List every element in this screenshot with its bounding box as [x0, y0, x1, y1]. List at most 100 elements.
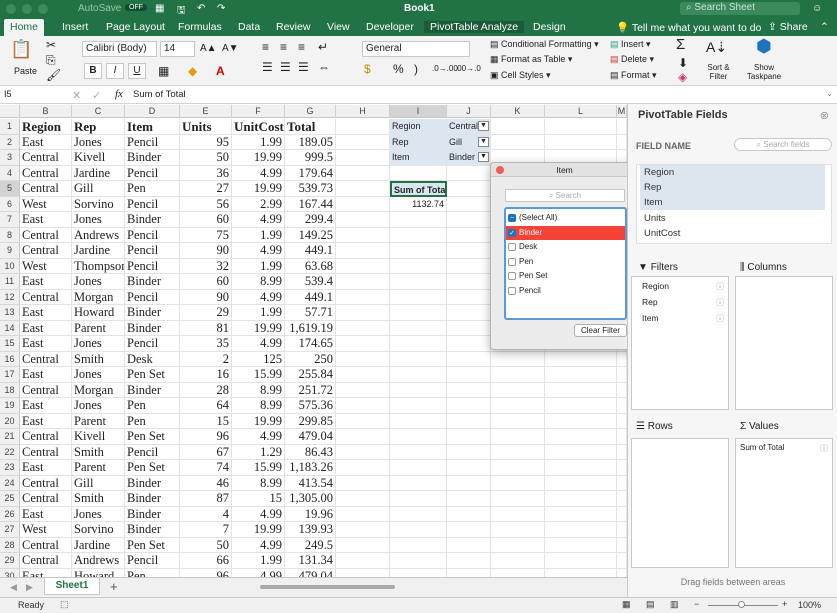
paste-icon[interactable]: 📋 — [10, 40, 32, 58]
checkbox[interactable] — [508, 286, 516, 295]
table-cell[interactable]: Smith — [72, 491, 125, 507]
copy-icon[interactable]: ⎘ — [46, 53, 56, 67]
zoom-out-icon[interactable]: − — [694, 599, 699, 609]
table-cell[interactable]: Jones — [72, 367, 125, 383]
cancel-formula-icon[interactable]: ✕ — [72, 89, 81, 102]
table-cell[interactable]: 90 — [180, 243, 232, 259]
empty-cell[interactable] — [447, 274, 491, 290]
row-header[interactable]: 13 — [0, 305, 20, 321]
table-cell[interactable]: East — [20, 212, 72, 228]
table-cell[interactable]: 19.99 — [232, 522, 285, 538]
table-cell[interactable]: East — [20, 305, 72, 321]
table-cell[interactable]: Central — [20, 537, 72, 553]
table-cell[interactable]: Central — [20, 444, 72, 460]
table-cell[interactable]: 179.64 — [285, 165, 336, 181]
table-cell[interactable]: Smith — [72, 444, 125, 460]
formula-content[interactable]: Sum of Total — [133, 89, 186, 100]
table-cell[interactable]: 8.99 — [232, 382, 285, 398]
horizontal-scrollbar[interactable] — [260, 585, 395, 589]
row-header[interactable]: 28 — [0, 537, 20, 553]
page-layout-view-icon[interactable]: ▤ — [646, 599, 655, 610]
empty-cell[interactable] — [447, 243, 491, 259]
table-cell[interactable]: 1.99 — [232, 258, 285, 274]
pivot-filter-label[interactable]: Item — [390, 150, 447, 166]
empty-cell[interactable] — [491, 134, 545, 150]
table-cell[interactable]: Pen Set — [125, 537, 180, 553]
empty-cell[interactable] — [447, 212, 491, 228]
filter-option[interactable]: − (Select All) — [506, 211, 625, 225]
empty-cell[interactable] — [617, 568, 627, 577]
empty-cell[interactable] — [491, 119, 545, 135]
empty-cell[interactable] — [390, 568, 447, 577]
row-header[interactable]: 1 — [0, 119, 20, 135]
empty-cell[interactable] — [336, 274, 390, 290]
align-top-icon[interactable]: ≡ — [262, 40, 269, 54]
italic-button[interactable]: I — [106, 63, 124, 79]
empty-cell[interactable] — [545, 491, 617, 507]
delete-cells-button[interactable]: ▤ Delete ▾ — [610, 54, 654, 65]
table-cell[interactable]: Kivell — [72, 429, 125, 445]
table-header-cell[interactable]: Region — [20, 119, 72, 135]
table-cell[interactable]: Central — [20, 382, 72, 398]
pivot-filter-label[interactable]: Region — [390, 119, 447, 135]
info-icon[interactable]: ⓘ — [716, 297, 724, 308]
empty-cell[interactable] — [545, 351, 617, 367]
empty-cell[interactable] — [545, 475, 617, 491]
empty-cell[interactable] — [617, 475, 627, 491]
table-cell[interactable]: 57.71 — [285, 305, 336, 321]
table-cell[interactable]: Sorvino — [72, 522, 125, 538]
close-pane-icon[interactable]: ⊗ — [820, 109, 829, 122]
table-cell[interactable]: Howard — [72, 305, 125, 321]
empty-cell[interactable] — [491, 398, 545, 414]
table-cell[interactable]: Jones — [72, 336, 125, 352]
table-cell[interactable]: Jones — [72, 274, 125, 290]
format-cells-button[interactable]: ▤ Format ▾ — [610, 70, 657, 81]
empty-cell[interactable] — [491, 491, 545, 507]
clear-icon[interactable]: ◈ — [678, 70, 687, 84]
table-cell[interactable]: 15 — [180, 413, 232, 429]
table-cell[interactable]: 250 — [285, 351, 336, 367]
empty-cell[interactable] — [390, 491, 447, 507]
tell-me-input[interactable]: 💡 Tell me what you want to do — [616, 21, 761, 34]
table-cell[interactable]: 174.65 — [285, 336, 336, 352]
row-header[interactable]: 6 — [0, 196, 20, 212]
currency-button[interactable]: $ — [364, 62, 371, 76]
filters-zone[interactable]: Region ⓘ Rep ⓘ Item ⓘ — [631, 276, 729, 410]
empty-cell[interactable] — [491, 568, 545, 577]
empty-cell[interactable] — [390, 429, 447, 445]
table-cell[interactable]: Binder — [125, 506, 180, 522]
table-cell[interactable]: East — [20, 568, 72, 577]
table-cell[interactable]: Andrews — [72, 227, 125, 243]
empty-cell[interactable] — [491, 475, 545, 491]
checkbox[interactable]: ✓ — [508, 228, 516, 237]
table-cell[interactable]: Morgan — [72, 382, 125, 398]
show-taskpane-icon[interactable]: ⬢ — [756, 37, 772, 55]
empty-cell[interactable] — [336, 134, 390, 150]
empty-cell[interactable] — [336, 196, 390, 212]
tab-formulas[interactable]: Formulas — [178, 21, 222, 33]
table-cell[interactable]: Jardine — [72, 537, 125, 553]
table-cell[interactable]: 1.99 — [232, 553, 285, 569]
table-cell[interactable]: 46 — [180, 475, 232, 491]
table-cell[interactable]: Jones — [72, 398, 125, 414]
font-color-icon[interactable]: A — [216, 64, 225, 78]
table-cell[interactable]: Central — [20, 475, 72, 491]
empty-cell[interactable] — [336, 212, 390, 228]
empty-cell[interactable] — [491, 413, 545, 429]
empty-cell[interactable] — [447, 413, 491, 429]
empty-cell[interactable] — [390, 243, 447, 259]
table-cell[interactable]: Central — [20, 553, 72, 569]
column-header[interactable]: H — [336, 105, 390, 118]
table-header-cell[interactable]: UnitCost — [232, 119, 285, 135]
table-cell[interactable]: 36 — [180, 165, 232, 181]
table-cell[interactable]: Binder — [125, 522, 180, 538]
table-cell[interactable]: 16 — [180, 367, 232, 383]
align-center-icon[interactable]: ☰ — [280, 60, 291, 74]
row-header[interactable]: 9 — [0, 243, 20, 259]
clear-filter-button[interactable]: Clear Filter — [574, 324, 627, 337]
empty-cell[interactable] — [545, 413, 617, 429]
filters-item[interactable]: Region — [642, 281, 669, 291]
table-cell[interactable]: 139.93 — [285, 522, 336, 538]
empty-cell[interactable] — [447, 165, 491, 181]
table-cell[interactable]: East — [20, 506, 72, 522]
